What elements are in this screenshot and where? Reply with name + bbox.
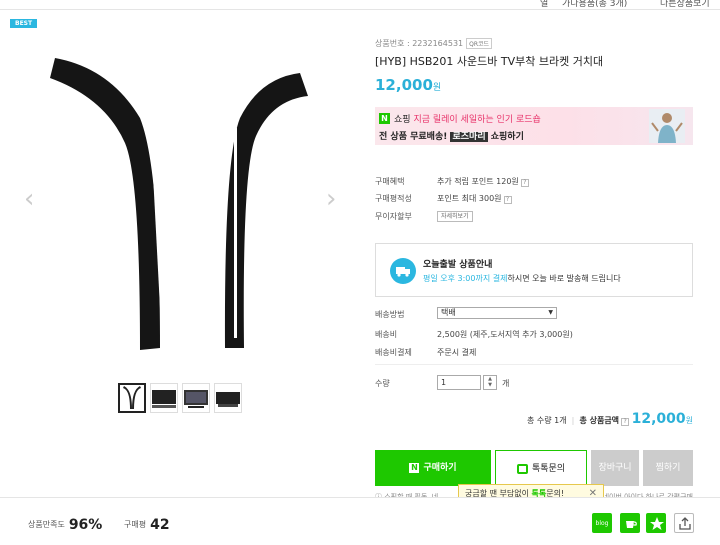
reward-label: 구매평적성: [375, 194, 412, 203]
best-badge: BEST: [10, 19, 38, 28]
naver-n-icon: N: [409, 462, 420, 473]
quantity-unit: 개: [502, 379, 510, 388]
product-id-text: 상품번호 : 2232164531: [375, 39, 464, 48]
banner-model-image: [649, 109, 685, 143]
product-price: 12,000원: [375, 76, 441, 94]
today-shipping-box: 오늘출발 상품안내 평일 오후 3:00까지 결제하시면 오늘 바로 발송해 드…: [375, 243, 693, 297]
quantity-label: 수량: [375, 379, 390, 388]
buy-button-label: 구매하기: [423, 463, 457, 473]
review-value: 42: [150, 517, 170, 533]
thumbnail-4[interactable]: [214, 383, 242, 413]
other-products-link[interactable]: 다른상품보기: [660, 0, 710, 9]
banner-line2-highlight: 로즈마리: [450, 132, 488, 142]
shipping-method-value: 택배: [441, 308, 456, 317]
thumbnail-1[interactable]: [118, 383, 146, 413]
price-value: 12,000: [375, 76, 433, 94]
talk-button-label: 톡톡문의: [531, 464, 566, 474]
star-bookmark-icon[interactable]: [646, 513, 666, 533]
top-left-text: 열: [540, 0, 549, 9]
cafe-share-icon[interactable]: [620, 513, 640, 533]
main-product-image: [50, 58, 308, 350]
help-icon[interactable]: ?: [621, 418, 630, 426]
blog-share-icon[interactable]: blog: [592, 513, 612, 533]
buy-button[interactable]: N 구매하기: [375, 450, 491, 486]
product-title: [HYB] HSB201 사운드바 TV부착 브라켓 거치대: [375, 55, 604, 68]
thumbnail-2[interactable]: [150, 383, 178, 413]
talk-inquiry-button[interactable]: 톡톡문의: [495, 450, 587, 486]
price-unit: 원: [432, 83, 442, 93]
truck-icon: [390, 258, 416, 284]
share-icon[interactable]: [674, 513, 694, 533]
today-shipping-deadline: 평일 오후 3:00까지 결제: [423, 274, 508, 283]
shipping-method-select[interactable]: 택배 ▼: [437, 307, 557, 319]
satisfaction-stat: 상품만족도 96%: [28, 517, 102, 533]
wish-button[interactable]: 찜하기: [643, 450, 693, 486]
interest-detail-button[interactable]: 자세히보기: [437, 211, 473, 222]
shipping-method-label: 배송방법: [375, 310, 405, 319]
benefit-label: 구매혜택: [375, 177, 405, 186]
benefit-value: 추가 적립 포인트 120원?: [437, 176, 529, 187]
qr-code-button[interactable]: QR코드: [466, 38, 493, 49]
top-strip: 열 가다용품(총 3개) 다른상품보기: [0, 0, 720, 10]
reward-value: 포인트 최대 300원?: [437, 193, 512, 204]
review-stat[interactable]: 구매평 42: [124, 517, 170, 533]
shipping-fee-label: 배송비: [375, 330, 398, 339]
total-count: 총 수량 1개: [526, 416, 567, 425]
benefit-value-text: 추가 적립 포인트 120원: [437, 177, 519, 186]
quantity-input[interactable]: 1: [437, 375, 481, 390]
banner-line-2: 전 상품 무료배송! 로즈마리 쇼핑하기: [379, 129, 524, 142]
review-label: 구매평: [124, 520, 147, 529]
total-price-label: 총 상품금액: [579, 416, 620, 425]
product-id: 상품번호 : 2232164531 QR코드: [375, 38, 493, 49]
order-totals: 총 수량 1개 | 총 상품금액? 12,000원: [527, 411, 693, 427]
shipping-pay-label: 배송비결제: [375, 348, 412, 357]
product-gallery: BEST ‹ ›: [10, 18, 357, 498]
satisfaction-value: 96%: [68, 517, 103, 533]
separator: |: [571, 416, 575, 425]
cart-button[interactable]: 장바구니: [591, 450, 639, 486]
naver-n-icon: N: [379, 113, 390, 124]
interest-value: 자세히보기: [437, 211, 473, 222]
top-center-text[interactable]: 가다용품(총 3개): [562, 0, 627, 9]
interest-label: 무이자할부: [375, 212, 412, 221]
shipping-fee-value: 2,500원 (제주,도서지역 추가 3,000원): [437, 330, 573, 339]
help-icon[interactable]: ?: [503, 196, 512, 204]
total-price-value: 12,000: [631, 411, 686, 427]
shipping-pay-value: 주문시 결제: [437, 348, 477, 357]
help-icon[interactable]: ?: [520, 179, 529, 187]
today-shipping-title: 오늘출발 상품안내: [423, 260, 493, 270]
banner-line2-post: 쇼핑하기: [490, 132, 524, 142]
product-page: BEST ‹ › 상품번호 : 2232164531 QR코드 [HYB] HS…: [0, 10, 720, 545]
banner-line-1: 쇼핑 지금 릴레이 세일하는 인기 로드숍: [394, 112, 541, 125]
total-price-unit: 원: [685, 416, 693, 425]
banner-line2-pre: 전 상품 무료배송!: [379, 132, 448, 142]
bottom-stats-bar: 상품만족도 96% 구매평 42 blog: [0, 497, 720, 545]
chat-icon: [516, 463, 528, 474]
divider: [375, 364, 693, 365]
banner-line1-pre: 쇼핑: [394, 115, 411, 125]
promo-banner[interactable]: N 쇼핑 지금 릴레이 세일하는 인기 로드숍 전 상품 무료배송! 로즈마리 …: [375, 107, 693, 145]
banner-line1-highlight: 지금 릴레이 세일하는 인기 로드숍: [413, 115, 541, 125]
dropdown-caret-icon: ▼: [548, 309, 553, 316]
quantity-stepper[interactable]: ▲ ▼: [483, 375, 497, 390]
today-shipping-desc: 평일 오후 3:00까지 결제하시면 오늘 바로 발송해 드립니다: [423, 273, 621, 284]
today-shipping-desc-rest: 하시면 오늘 바로 발송해 드립니다: [507, 274, 621, 283]
thumbnail-3[interactable]: [182, 383, 210, 413]
satisfaction-label: 상품만족도: [28, 520, 65, 529]
reward-value-text: 포인트 최대 300원: [437, 194, 502, 203]
blog-label: blog: [595, 520, 609, 527]
